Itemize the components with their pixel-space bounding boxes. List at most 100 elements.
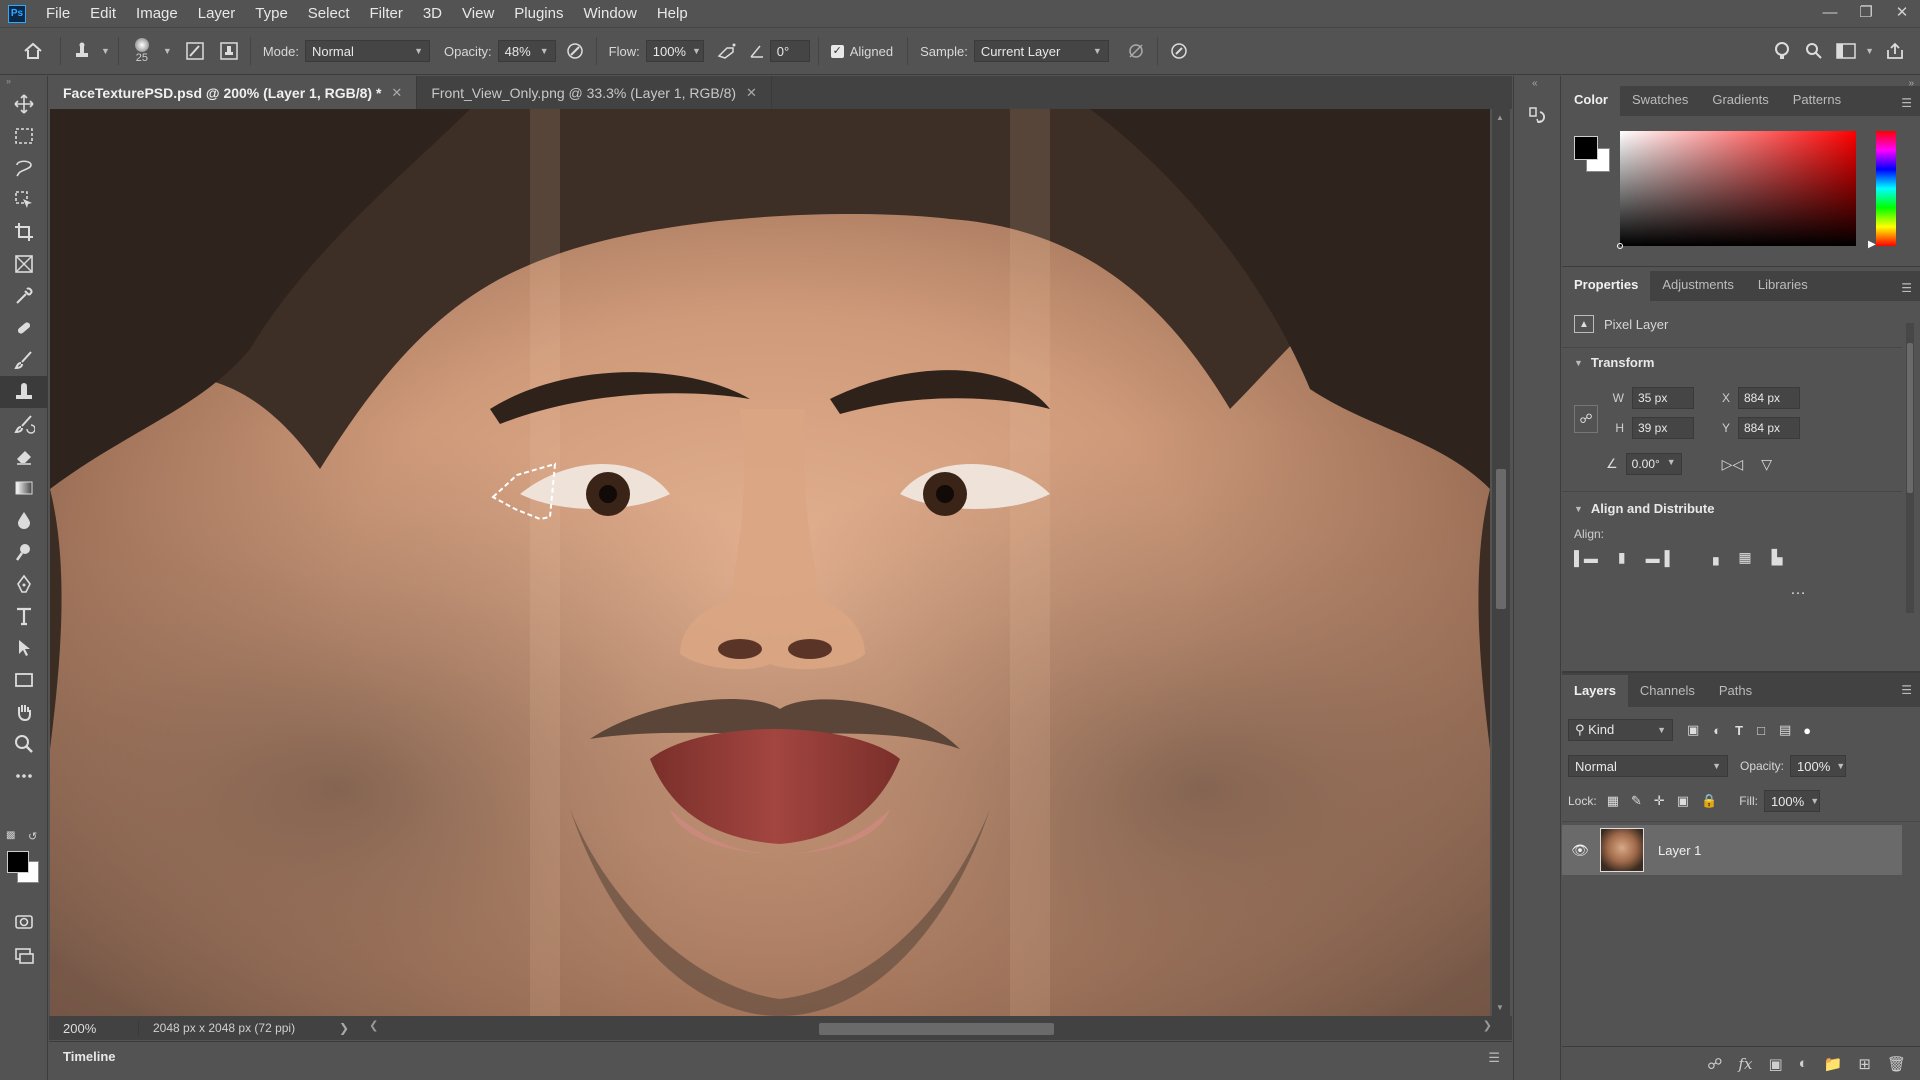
tab-adjustments[interactable]: Adjustments (1650, 269, 1746, 301)
blur-tool-icon[interactable] (0, 504, 48, 536)
fill-input[interactable]: 100% ▼ (1763, 790, 1820, 812)
panel-menu-icon[interactable]: ☰ (1488, 1050, 1500, 1066)
menu-select[interactable]: Select (298, 0, 360, 27)
workspace-chevron-icon[interactable]: ▼ (1865, 46, 1874, 56)
collapse-dock-icon[interactable]: « (1532, 78, 1538, 89)
tab-patterns[interactable]: Patterns (1781, 84, 1853, 116)
menu-window[interactable]: Window (573, 0, 646, 27)
clone-source-panel-icon[interactable] (216, 38, 242, 64)
delete-layer-icon[interactable]: 🗑 (1887, 1055, 1906, 1073)
menu-file[interactable]: File (36, 0, 80, 27)
lock-transparent-icon[interactable]: ▦ (1607, 793, 1619, 809)
menu-layer[interactable]: Layer (188, 0, 246, 27)
status-more-icon[interactable]: ❯ (339, 1021, 349, 1035)
healing-brush-tool-icon[interactable] (0, 312, 48, 344)
x-input[interactable]: 884 px (1738, 387, 1800, 409)
filter-toggle-icon[interactable]: ● (1803, 723, 1811, 738)
share-icon[interactable] (1882, 38, 1908, 64)
ignore-adjustment-layers-icon[interactable] (1123, 38, 1149, 64)
mode-select[interactable]: Normal ▼ (304, 40, 430, 62)
color-foreground-swatch[interactable] (1574, 136, 1598, 160)
filter-adjustment-icon[interactable]: ◐ (1713, 723, 1721, 738)
eyedropper-tool-icon[interactable] (0, 280, 48, 312)
color-picker-marker[interactable] (1617, 243, 1623, 249)
angle-input[interactable]: 0° (769, 40, 810, 62)
tab-layers[interactable]: Layers (1562, 675, 1628, 707)
pressure-opacity-icon[interactable] (562, 38, 588, 64)
learn-icon[interactable] (1769, 38, 1795, 64)
menu-edit[interactable]: Edit (80, 0, 126, 27)
swap-colors-icon[interactable]: ↺ (28, 830, 37, 843)
collapse-panels-icon[interactable]: » (1908, 78, 1914, 89)
adjustment-layer-icon[interactable]: ◐ (1799, 1055, 1808, 1072)
brush-picker-chevron-icon[interactable]: ▼ (163, 46, 172, 56)
menu-filter[interactable]: Filter (360, 0, 413, 27)
menu-view[interactable]: View (452, 0, 504, 27)
frame-tool-icon[interactable] (0, 248, 48, 280)
tab-gradients[interactable]: Gradients (1700, 84, 1780, 116)
lock-position-icon[interactable]: ✛ (1654, 793, 1665, 809)
lock-image-icon[interactable]: ✎ (1631, 793, 1642, 809)
align-top-icon[interactable]: ▗ (1708, 549, 1719, 566)
path-selection-tool-icon[interactable] (0, 632, 48, 664)
horizontal-scroll-thumb[interactable] (819, 1023, 1055, 1035)
menu-type[interactable]: Type (245, 0, 298, 27)
document-tab-front-view[interactable]: Front_View_Only.png @ 33.3% (Layer 1, RG… (417, 76, 772, 109)
object-selection-tool-icon[interactable] (0, 184, 48, 216)
dodge-tool-icon[interactable] (0, 536, 48, 568)
hue-slider-handle-icon[interactable]: ▶ (1868, 239, 1876, 250)
crop-tool-icon[interactable] (0, 216, 48, 248)
tab-color[interactable]: Color (1562, 84, 1620, 116)
search-icon[interactable] (1801, 38, 1827, 64)
new-group-icon[interactable]: 📁 (1824, 1055, 1843, 1073)
lasso-tool-icon[interactable] (0, 152, 48, 184)
panel-menu-icon[interactable]: ☰ (1901, 683, 1912, 697)
clone-stamp-icon[interactable] (69, 38, 95, 64)
tab-libraries[interactable]: Libraries (1746, 269, 1820, 301)
default-colors-icon[interactable]: ▩ (6, 830, 15, 841)
vertical-scroll-thumb[interactable] (1496, 469, 1506, 609)
height-input[interactable]: 39 px (1632, 417, 1694, 439)
airbrush-icon[interactable] (714, 38, 740, 64)
close-tab-icon[interactable]: ✕ (391, 85, 402, 101)
menu-image[interactable]: Image (126, 0, 188, 27)
filter-smart-object-icon[interactable]: ▤ (1779, 722, 1791, 738)
layer-opacity-input[interactable]: 100% ▼ (1790, 755, 1847, 777)
properties-scrollbar[interactable] (1906, 323, 1914, 613)
menu-help[interactable]: Help (647, 0, 698, 27)
filter-pixel-icon[interactable]: ▣ (1687, 722, 1699, 738)
rotation-input[interactable]: 0.00° ▼ (1625, 453, 1682, 475)
transform-section-header[interactable]: ▼ Transform (1574, 355, 1655, 370)
foreground-color-swatch[interactable] (7, 851, 29, 873)
aligned-checkbox[interactable]: ✓ (830, 44, 844, 58)
document-info[interactable]: 2048 px x 2048 px (72 ppi) (139, 1021, 339, 1035)
more-options-icon[interactable]: … (1790, 581, 1806, 599)
filter-shape-icon[interactable]: □ (1757, 723, 1765, 738)
move-tool-icon[interactable] (0, 88, 48, 120)
hue-slider[interactable]: ▶ (1868, 131, 1896, 250)
scroll-left-icon[interactable]: ❮ (369, 1019, 378, 1032)
more-tools-icon[interactable] (0, 760, 48, 792)
scroll-right-icon[interactable]: ❯ (1483, 1019, 1492, 1032)
new-layer-icon[interactable]: ⊞ (1858, 1055, 1871, 1073)
history-panel-icon[interactable] (1528, 106, 1548, 131)
document-canvas[interactable] (50, 109, 1490, 1016)
width-input[interactable]: 35 px (1632, 387, 1694, 409)
pressure-size-icon[interactable] (1166, 38, 1192, 64)
saturation-brightness-field[interactable] (1617, 131, 1856, 249)
panel-menu-icon[interactable]: ☰ (1901, 281, 1912, 295)
scroll-up-icon[interactable]: ▲ (1496, 113, 1504, 122)
eraser-tool-icon[interactable] (0, 440, 48, 472)
align-vertical-center-icon[interactable]: ▦ (1738, 549, 1751, 566)
lock-all-icon[interactable]: 🔒 (1701, 793, 1717, 809)
y-input[interactable]: 884 px (1738, 417, 1800, 439)
flip-horizontal-icon[interactable]: ▷◁ (1722, 456, 1744, 473)
marquee-tool-icon[interactable] (0, 120, 48, 152)
document-tab-facetexture[interactable]: FaceTexturePSD.psd @ 200% (Layer 1, RGB/… (49, 76, 418, 109)
filter-type-icon[interactable]: T (1735, 723, 1743, 738)
align-horizontal-center-icon[interactable]: ▮ (1618, 549, 1626, 566)
link-layers-icon[interactable]: ☍ (1707, 1055, 1722, 1073)
home-icon[interactable] (20, 38, 46, 64)
layer-row[interactable]: 👁 Layer 1 (1562, 825, 1902, 875)
align-left-icon[interactable]: ▌▬ (1574, 550, 1598, 566)
